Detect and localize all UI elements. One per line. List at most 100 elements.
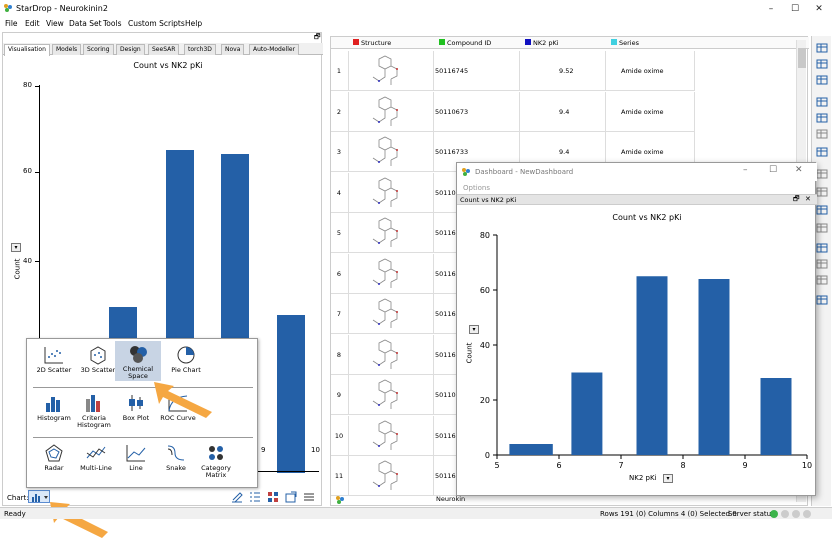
menu-edit[interactable]: Edit (25, 19, 40, 28)
radar-icon (43, 443, 65, 463)
menu-help[interactable]: Help (185, 19, 202, 28)
category-matrix-icon (205, 443, 227, 463)
chart-option-label: 3D Scatter (80, 366, 116, 374)
font-icon[interactable] (816, 96, 828, 108)
left-xtick: 10 (311, 446, 320, 454)
copy-icon[interactable] (816, 258, 828, 270)
popup-separator (33, 437, 253, 438)
title-bar: StarDrop - Neurokinin2 – ☐ ✕ (0, 0, 832, 18)
chemical-space-icon (127, 344, 149, 364)
tab-torch3d[interactable]: torch3D (184, 44, 216, 55)
column-header-compound-id[interactable]: Compound ID (437, 37, 491, 49)
tab-models[interactable]: Models (52, 44, 82, 55)
table-header (331, 37, 809, 49)
tab-nova[interactable]: Nova (221, 44, 245, 55)
row-number: 11 (334, 472, 344, 480)
x-tick-label: 6 (556, 461, 561, 470)
molecule-icon[interactable] (816, 74, 828, 86)
grid-icon[interactable] (267, 491, 279, 503)
menu-custom-scripts[interactable]: Custom Scripts (128, 19, 185, 28)
chart-option-label: Histogram (37, 414, 71, 422)
settings-icon[interactable] (816, 186, 828, 198)
molecule-structure-icon (349, 296, 433, 332)
left-axis-dropdown[interactable]: ▾ (11, 243, 21, 252)
chart-option-category-matrix[interactable]: Category Matrix (193, 443, 239, 479)
columns-icon[interactable] (816, 112, 828, 124)
chart-option-chemical-space[interactable]: Chemical Space (115, 341, 161, 381)
left-y-axis-label: Count (13, 258, 22, 280)
y-tick-label: 60 (480, 286, 490, 295)
table-row[interactable]: 2 50110673 9.4 Amide oxime (331, 91, 695, 132)
export-icon[interactable] (285, 491, 297, 503)
chart-option-pie-chart[interactable]: Pie Chart (163, 345, 209, 374)
structure-edit-icon[interactable] (816, 204, 828, 216)
molecule-structure-icon (349, 377, 433, 413)
column-header-structure[interactable]: Structure (351, 37, 391, 49)
scatter-2d-icon (43, 345, 65, 365)
maximize-button[interactable]: ☐ (784, 2, 806, 16)
criteria-histogram-icon (83, 393, 105, 413)
tab-scoring[interactable]: Scoring (83, 44, 114, 55)
histogram-bar (571, 372, 603, 455)
close-button[interactable]: ✕ (808, 2, 830, 16)
histogram-bar (636, 276, 668, 455)
chart-option-label: Category Matrix (201, 464, 231, 479)
chart-option-label: Snake (166, 464, 186, 472)
left-chart-title: Count vs NK2 pKi (133, 61, 203, 70)
menu-file[interactable]: File (5, 19, 18, 28)
dashboard-x-axis-dropdown[interactable]: ▾ (663, 474, 673, 483)
grid-view-icon[interactable] (816, 242, 828, 254)
molecule-structure-icon (349, 175, 433, 211)
snake-icon (165, 443, 187, 463)
table-view-icon[interactable] (816, 42, 828, 54)
x-tick-label: 10 (802, 461, 812, 470)
histogram-bar (509, 444, 553, 455)
tab-bar: Visualisation Models Scoring Design SeeS… (3, 43, 323, 56)
column-header-nk2-pki[interactable]: NK2 pKi (523, 37, 559, 49)
nk2-pki-cell: 9.4 (559, 107, 570, 116)
row-number: 5 (336, 229, 342, 237)
series-cell: Amide oxime (621, 107, 664, 116)
export-table-icon[interactable] (816, 146, 828, 158)
row-number: 2 (336, 107, 342, 116)
server-status-idle-icon (803, 510, 811, 518)
x-tick-label: 8 (680, 461, 685, 470)
left-tick-mark (35, 86, 39, 87)
layout-icon[interactable] (816, 274, 828, 286)
menu-icon[interactable] (303, 491, 315, 503)
tab-design[interactable]: Design (116, 44, 145, 55)
dashboard-bar-chart: 0 20 40 60 80 5 6 7 8 9 10 (480, 231, 812, 470)
chart-option-criteria-histogram[interactable]: Criteria Histogram (71, 393, 117, 429)
compound-id-cell: 50116745 (435, 67, 469, 75)
edit-chart-icon[interactable] (231, 491, 243, 503)
chart-view-icon[interactable] (816, 58, 828, 70)
dashboard-window: Dashboard - NewDashboard – ☐ ✕ Options C… (456, 162, 817, 496)
search-icon[interactable] (816, 168, 828, 180)
tab-seesar[interactable]: SeeSAR (148, 44, 180, 55)
row-number: 9 (336, 391, 342, 399)
function-icon[interactable] (816, 222, 828, 234)
chart-option-2d-scatter[interactable]: 2D Scatter (31, 345, 77, 374)
status-ready: Ready (4, 510, 26, 518)
list-icon[interactable] (249, 491, 261, 503)
link-icon[interactable] (816, 294, 828, 306)
nk2-pki-cell: 9.52 (559, 67, 574, 75)
left-ytick: 60 (23, 167, 32, 175)
chart-option-radar[interactable]: Radar (31, 443, 77, 472)
app-icon (3, 3, 13, 13)
menu-tools[interactable]: Tools (103, 19, 121, 28)
column-header-series[interactable]: Series (609, 37, 639, 49)
menu-data-set[interactable]: Data Set (69, 19, 102, 28)
chart-label: Chart: (7, 494, 29, 502)
filter-icon[interactable] (816, 128, 828, 140)
menu-view[interactable]: View (46, 19, 64, 28)
molecule-structure-icon (349, 134, 433, 170)
server-status-idle-icon (792, 510, 800, 518)
tab-visualisation[interactable]: Visualisation (4, 44, 50, 56)
left-ytick: 80 (23, 81, 32, 89)
row-number: 10 (334, 431, 344, 440)
chart-type-popup: 2D Scatter 3D Scatter Chemical Space Pie… (26, 338, 258, 488)
minimize-button[interactable]: – (760, 2, 782, 16)
table-row[interactable]: 1 50116745 9.52 Amide oxime (331, 51, 695, 91)
tab-auto-modeller[interactable]: Auto-Modeller (249, 44, 300, 55)
